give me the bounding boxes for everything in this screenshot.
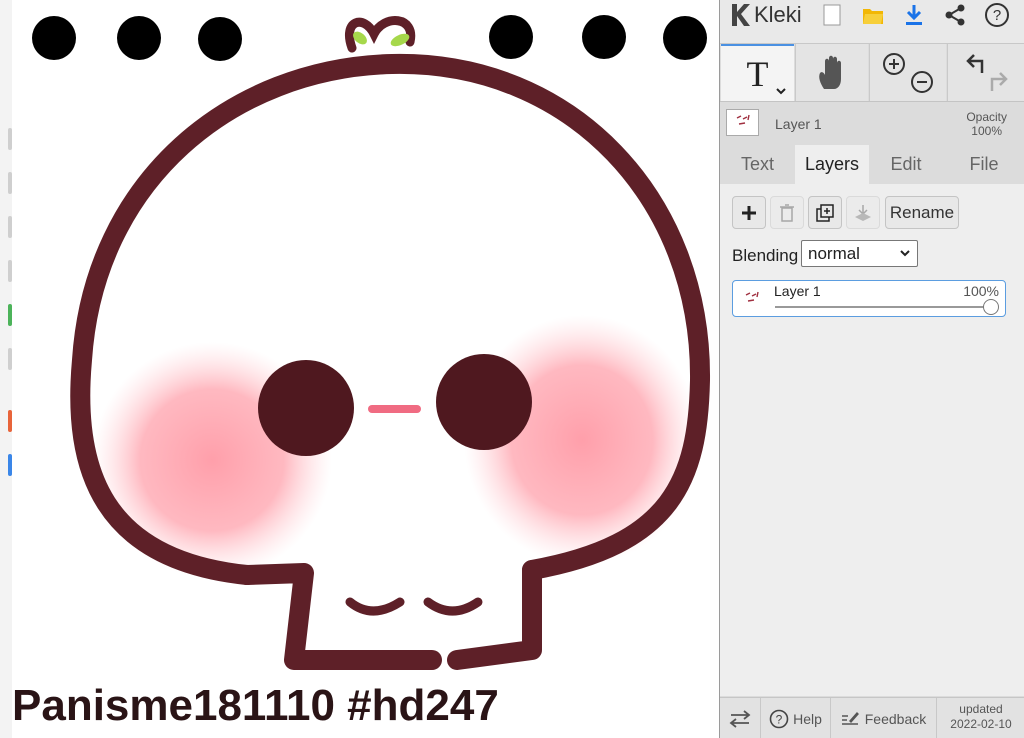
merge-down-icon	[855, 204, 871, 221]
blending-label: Blending	[732, 246, 799, 265]
tool-row: T	[720, 44, 1024, 102]
dot	[198, 17, 242, 61]
zoom-tool-button[interactable]	[869, 44, 946, 101]
svg-text:?: ?	[993, 7, 1001, 24]
layer-name: Layer 1	[774, 283, 821, 299]
panel-footer: ? Help Feedback updated 2022-02-10	[720, 697, 1024, 738]
layer-opacity-slider-track[interactable]	[775, 306, 995, 308]
open-folder-icon[interactable]	[858, 1, 888, 29]
rename-layer-button[interactable]: Rename	[885, 196, 959, 229]
dot	[32, 16, 76, 60]
swap-arrows-icon	[729, 709, 751, 728]
feedback-label: Feedback	[864, 710, 927, 727]
canvas-caption: Panisme181110 #hd247	[12, 681, 499, 730]
zoom-in-out-icon	[883, 52, 933, 93]
blending-value: normal	[808, 243, 860, 263]
left-eye	[258, 360, 354, 456]
blending-select[interactable]: normal	[801, 240, 918, 267]
tab-edit[interactable]: Edit	[869, 145, 943, 184]
opacity-value: 100%	[971, 124, 1002, 138]
right-hand	[423, 597, 483, 616]
panel-tabs: Text Layers Edit File	[720, 145, 1024, 184]
kleki-logo: Kleki	[728, 0, 802, 30]
merge-layer-button[interactable]	[846, 196, 880, 229]
layer-opacity-slider-handle[interactable]	[983, 299, 999, 315]
undo-redo-icon	[965, 53, 1008, 91]
text-tool-button[interactable]: T	[721, 44, 794, 101]
plus-icon	[742, 205, 756, 220]
chevron-down-icon	[900, 250, 910, 257]
drawing-canvas[interactable]	[12, 0, 719, 738]
body-right	[447, 560, 542, 670]
trash-icon	[780, 203, 794, 222]
text-tool-glyph: T	[746, 53, 769, 94]
updated-info: updated 2022-02-10	[937, 702, 1024, 732]
left-edge-strip	[0, 0, 12, 738]
undo-redo-button[interactable]	[947, 44, 1024, 101]
help-label: Help	[793, 710, 822, 727]
updated-date: 2022-02-10	[950, 717, 1012, 731]
opacity-label: Opacity	[966, 110, 1007, 124]
current-layer-thumbnail	[726, 109, 759, 136]
swap-side-button[interactable]	[720, 698, 761, 738]
help-circle-icon: ?	[769, 709, 789, 728]
layers-tab-content: Rename Blending normal Layer 1 100%	[720, 184, 1024, 696]
svg-text:?: ?	[776, 712, 783, 726]
app-window: Panisme181110 #hd247 Kleki ? T Layer 1 O…	[0, 0, 1024, 738]
hand-tool-button[interactable]	[795, 44, 868, 101]
hand-icon	[819, 55, 841, 89]
new-file-icon[interactable]	[817, 1, 847, 29]
share-icon[interactable]	[940, 1, 970, 29]
dot	[663, 16, 707, 60]
download-icon[interactable]	[899, 1, 929, 29]
tool-panel: Kleki ? T Layer 1 Opacity 100% Text Laye…	[719, 0, 1024, 738]
delete-layer-button[interactable]	[770, 196, 804, 229]
feedback-button[interactable]: Feedback	[831, 698, 937, 738]
app-name: Kleki	[754, 2, 802, 27]
duplicate-icon	[816, 203, 834, 222]
add-layer-button[interactable]	[732, 196, 766, 229]
tab-text[interactable]: Text	[720, 145, 795, 184]
layer-list-item[interactable]: Layer 1 100%	[732, 280, 1006, 317]
canvas-drawing	[32, 15, 711, 670]
kleki-logo-icon	[732, 4, 750, 26]
current-layer-opacity: Opacity 100%	[966, 110, 1007, 138]
body-left	[237, 563, 442, 670]
help-circle-icon[interactable]: ?	[982, 1, 1012, 29]
left-hand	[345, 597, 405, 616]
help-button[interactable]: ? Help	[761, 698, 831, 738]
chevron-down-icon	[776, 88, 786, 95]
right-eye	[436, 354, 532, 450]
layer-thumbnail	[737, 285, 767, 312]
dot	[489, 15, 533, 59]
updated-label: updated	[959, 702, 1003, 716]
current-layer-bar: Layer 1 Opacity 100%	[720, 103, 1024, 143]
feedback-pen-icon	[841, 711, 859, 725]
dot	[582, 15, 626, 59]
dot	[117, 16, 161, 60]
tab-layers[interactable]: Layers	[795, 145, 869, 184]
layer-opacity: 100%	[963, 283, 999, 299]
tab-file[interactable]: File	[943, 145, 1024, 184]
duplicate-layer-button[interactable]	[808, 196, 842, 229]
top-bar: Kleki ?	[720, 0, 1024, 44]
current-layer-name: Layer 1	[775, 116, 822, 132]
